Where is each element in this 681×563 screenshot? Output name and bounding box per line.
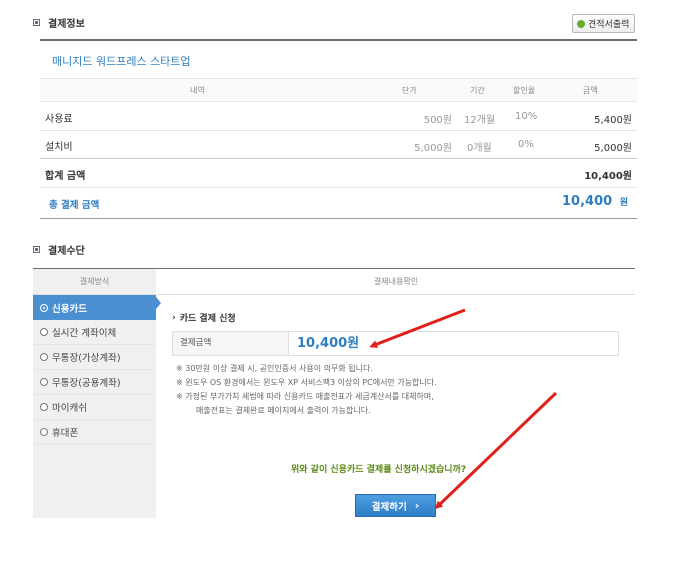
annotation-arrows — [369, 308, 558, 510]
red-arrow-amount — [369, 308, 466, 348]
red-arrow-pay-button — [434, 391, 558, 510]
